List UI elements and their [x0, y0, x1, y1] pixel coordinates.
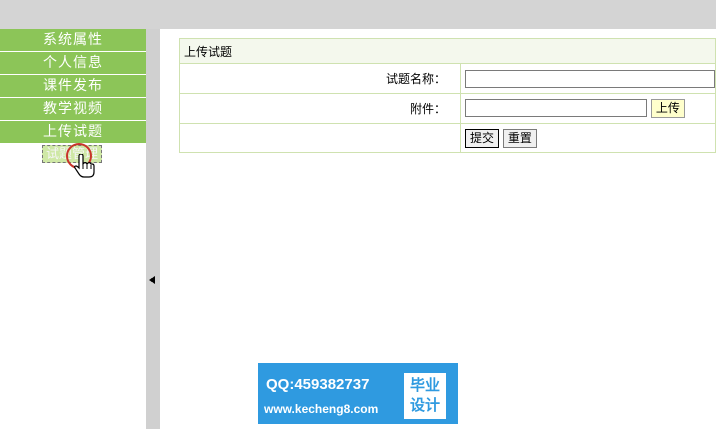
watermark-site: www.kecheng8.com — [264, 402, 379, 416]
question-name-label: 试题名称： — [179, 63, 461, 94]
upload-button[interactable]: 上传 — [650, 99, 685, 118]
hand-pointer-icon — [74, 154, 95, 178]
watermark-badge-line2: 设计 — [409, 396, 440, 414]
top-bar — [0, 0, 716, 29]
collapse-arrow-icon[interactable] — [149, 276, 155, 284]
upload-question-form: 上传试题 试题名称： 附件： 上传 提交 重置 — [179, 38, 716, 153]
attachment-input[interactable] — [465, 99, 647, 117]
watermark-badge: 毕业 设计 — [404, 373, 446, 419]
sidebar: 系统属性 个人信息 课件发布 教学视频 上传试题 试题添加 — [0, 29, 146, 429]
sidebar-item-personal-info[interactable]: 个人信息 — [0, 52, 146, 74]
watermark-qq: QQ:459382737 — [266, 376, 370, 393]
submit-button[interactable]: 提交 — [465, 128, 500, 148]
question-name-input[interactable] — [465, 69, 715, 88]
sidebar-item-upload-questions[interactable]: 上传试题 — [0, 121, 146, 143]
sidebar-item-courseware-publish[interactable]: 课件发布 — [0, 75, 146, 97]
frame-splitter[interactable] — [146, 29, 160, 429]
attachment-label: 附件： — [179, 93, 461, 124]
watermark-banner: QQ:459382737 www.kecheng8.com 毕业 设计 — [258, 363, 458, 424]
reset-button[interactable]: 重置 — [502, 128, 537, 148]
sidebar-item-system-properties[interactable]: 系统属性 — [0, 29, 146, 51]
form-title: 上传试题 — [179, 38, 716, 64]
watermark-badge-line1: 毕业 — [409, 376, 440, 394]
empty-label-cell — [179, 123, 461, 153]
sidebar-item-teaching-video[interactable]: 教学视频 — [0, 98, 146, 120]
